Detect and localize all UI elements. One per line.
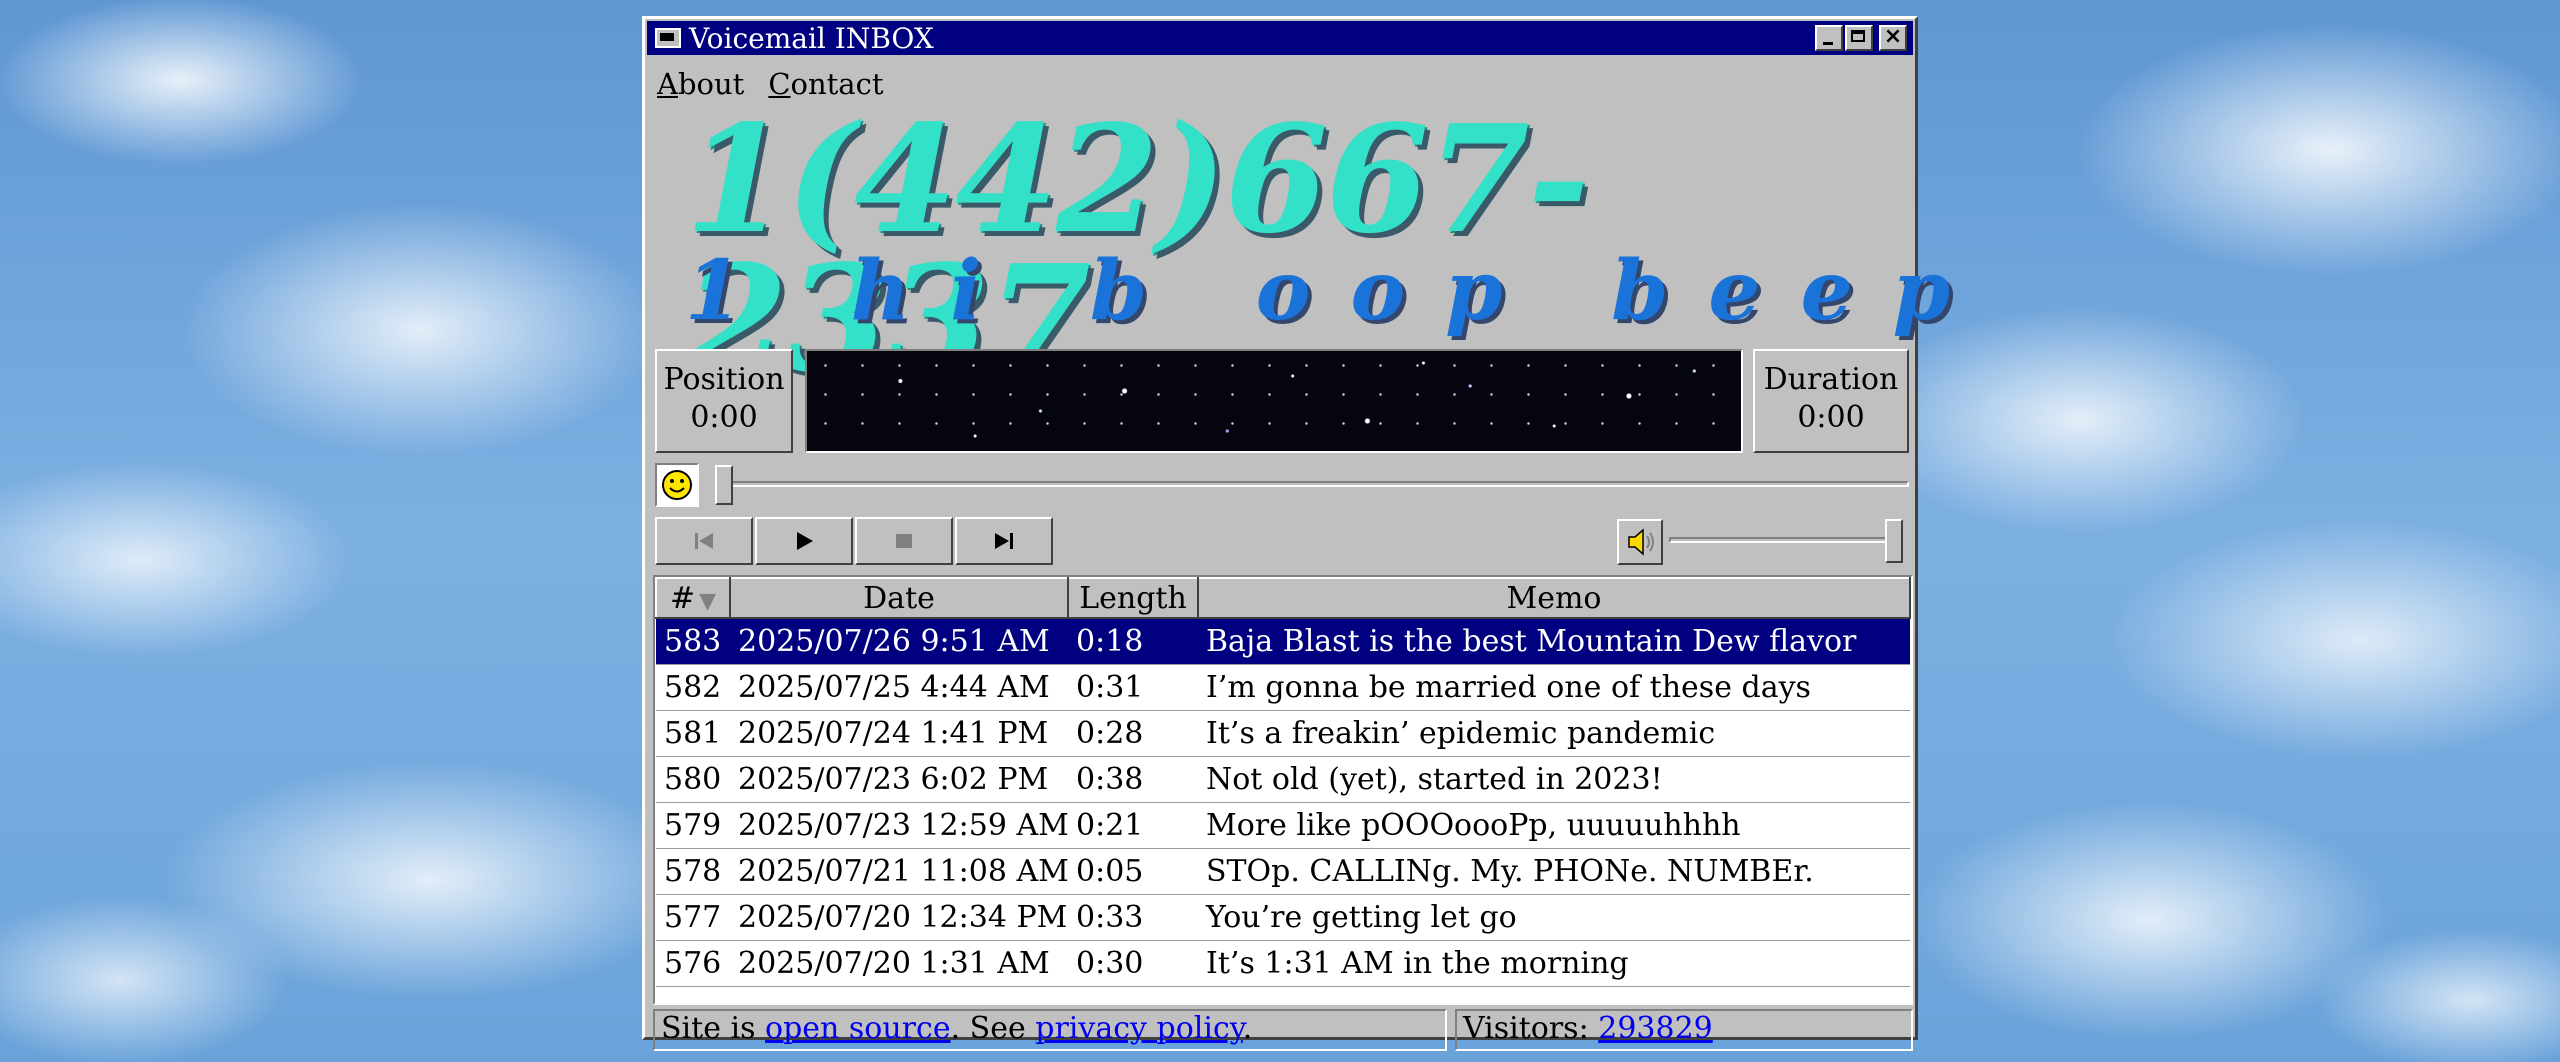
stop-icon <box>896 534 912 548</box>
previous-button[interactable] <box>655 517 753 565</box>
cell-length: 0:38 <box>1068 756 1198 803</box>
table-row[interactable]: 582 2025/07/25 4:44 AM 0:31 I’m gonna be… <box>656 664 1910 711</box>
cell-memo: You’re getting let go <box>1198 894 1910 941</box>
cell-date: 2025/07/21 11:08 AM <box>730 848 1068 895</box>
open-source-link[interactable]: open source <box>765 1011 951 1046</box>
cell-number: 582 <box>656 664 730 711</box>
next-button[interactable] <box>955 517 1053 565</box>
table-row[interactable]: 576 2025/07/20 1:31 AM 0:30 It’s 1:31 AM… <box>656 940 1910 987</box>
cell-memo: STOp. CALLINg. My. PHONe. NUMBEr. <box>1198 848 1910 895</box>
window-title: Voicemail INBOX <box>689 21 934 55</box>
table-row[interactable]: 577 2025/07/20 12:34 PM 0:33 You’re gett… <box>656 894 1910 941</box>
cell-date: 2025/07/23 6:02 PM <box>730 756 1068 803</box>
duration-label: Duration <box>1763 362 1899 397</box>
cell-number: 578 <box>656 848 730 895</box>
cell-memo: It’s 1:31 AM in the morning <box>1198 940 1910 987</box>
volume-slider-thumb[interactable] <box>1885 519 1903 563</box>
column-header-date[interactable]: Date <box>729 577 1069 619</box>
cell-memo: Not old (yet), started in 2023! <box>1198 756 1910 803</box>
privacy-policy-link[interactable]: privacy policy <box>1035 1011 1242 1046</box>
volume-button[interactable] <box>1617 519 1663 565</box>
cell-length: 0:33 <box>1068 894 1198 941</box>
status-bar: Site is open source. See privacy policy.… <box>653 1009 1913 1051</box>
cell-date: 2025/07/23 12:59 AM <box>730 802 1068 849</box>
table-row[interactable]: 580 2025/07/23 6:02 PM 0:38 Not old (yet… <box>656 756 1910 803</box>
cell-length: 0:21 <box>1068 802 1198 849</box>
position-label: Position <box>663 362 785 397</box>
sort-descending-icon: ▼ <box>699 588 717 614</box>
cell-date: 2025/07/20 1:31 AM <box>730 940 1068 987</box>
play-icon <box>797 532 813 550</box>
cell-date: 2025/07/20 12:34 PM <box>730 894 1068 941</box>
cell-number: 580 <box>656 756 730 803</box>
table-row[interactable]: 583 2025/07/26 9:51 AM 0:18 Baja Blast i… <box>656 618 1910 665</box>
position-value: 0:00 <box>690 400 758 435</box>
cell-number: 579 <box>656 802 730 849</box>
skip-back-icon <box>695 533 713 549</box>
cell-length: 0:28 <box>1068 710 1198 757</box>
cell-memo: Baja Blast is the best Mountain Dew flav… <box>1198 618 1910 665</box>
cell-number: 583 <box>656 618 730 665</box>
visitors-count-link[interactable]: 293829 <box>1598 1011 1713 1046</box>
table-row[interactable]: 579 2025/07/23 12:59 AM 0:21 More like p… <box>656 802 1910 849</box>
window-app-icon[interactable] <box>655 28 681 48</box>
voicemail-window: Voicemail INBOX × About Contact 1(442)66… <box>642 16 1991 1051</box>
cell-length: 0:05 <box>1068 848 1198 895</box>
duration-panel: Duration 0:00 <box>1753 349 1909 453</box>
seek-slider-track[interactable] <box>715 481 1909 487</box>
cell-date: 2025/07/26 9:51 AM <box>730 618 1068 665</box>
cell-memo: It’s a freakin’ epidemic pandemic <box>1198 710 1910 757</box>
close-button[interactable]: × <box>1879 25 1907 51</box>
title-bar[interactable]: Voicemail INBOX × <box>647 21 1913 55</box>
status-pane-visitors: Visitors: 293829 <box>1455 1009 1913 1051</box>
voicemail-table: # ▼ Date Length Memo 583 2025/07/26 9:51 … <box>653 575 1913 1005</box>
smiley-icon <box>655 463 699 507</box>
minimize-button[interactable] <box>1815 25 1843 51</box>
cell-number: 577 <box>656 894 730 941</box>
table-row[interactable]: 581 2025/07/24 1:41 PM 0:28 It’s a freak… <box>656 710 1910 757</box>
play-button[interactable] <box>755 517 853 565</box>
volume-slider-track[interactable] <box>1669 537 1903 543</box>
cell-date: 2025/07/24 1:41 PM <box>730 710 1068 757</box>
skip-forward-icon <box>995 533 1013 549</box>
column-header-number[interactable]: # ▼ <box>655 577 731 619</box>
column-header-memo[interactable]: Memo <box>1197 577 1911 619</box>
cell-length: 0:18 <box>1068 618 1198 665</box>
starfield-visualizer <box>805 349 1743 453</box>
cell-number: 581 <box>656 710 730 757</box>
cell-memo: More like pOOOoooPp, uuuuuhhhh <box>1198 802 1910 849</box>
cell-length: 0:31 <box>1068 664 1198 711</box>
cell-date: 2025/07/25 4:44 AM <box>730 664 1068 711</box>
speaker-icon <box>1628 528 1654 556</box>
seek-slider-thumb[interactable] <box>715 465 733 505</box>
position-panel: Position 0:00 <box>655 349 793 453</box>
column-header-length[interactable]: Length <box>1067 577 1199 619</box>
cell-number: 576 <box>656 940 730 987</box>
maximize-button[interactable] <box>1845 25 1873 51</box>
duration-value: 0:00 <box>1797 400 1865 435</box>
smiley-face-icon <box>662 470 692 500</box>
status-pane-site: Site is open source. See privacy policy. <box>653 1009 1447 1051</box>
table-row[interactable]: 578 2025/07/21 11:08 AM 0:05 STOp. CALLI… <box>656 848 1910 895</box>
phone-number-heading: 1(442)667-2337 <box>685 92 1589 406</box>
stop-button[interactable] <box>855 517 953 565</box>
cell-memo: I’m gonna be married one of these days <box>1198 664 1910 711</box>
phone-mnemonic: 1 hi b oop beep <box>685 243 1991 339</box>
cell-length: 0:30 <box>1068 940 1198 987</box>
